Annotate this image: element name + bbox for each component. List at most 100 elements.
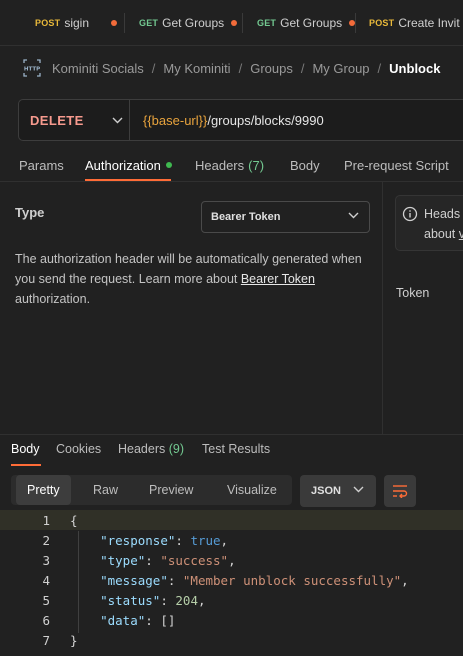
code-line: 6 "data": [] [0, 610, 463, 630]
code-line: 1 { [0, 510, 463, 530]
info-callout: Heads about v [395, 195, 463, 251]
line-number: 5 [42, 592, 50, 608]
format-select[interactable]: JSON [300, 475, 376, 507]
tab-pre-request-script[interactable]: Pre-request Script [344, 148, 449, 182]
description-text: authorization. [15, 292, 91, 306]
wrap-lines-button[interactable] [384, 475, 416, 507]
breadcrumb-separator: / [377, 60, 382, 76]
info-line: Heads [424, 207, 461, 221]
tab-count: (9) [168, 442, 185, 456]
code-text: { [70, 512, 78, 528]
bearer-token-link[interactable]: Bearer Token [241, 272, 315, 286]
code-line: 7 } [0, 630, 463, 650]
view-pretty[interactable]: Pretty [16, 475, 71, 505]
tab-divider [242, 13, 243, 33]
line-number: 2 [42, 532, 50, 548]
panel-divider[interactable] [382, 182, 383, 434]
url-path: /groups/blocks/9990 [207, 112, 324, 128]
url-variable: {{base-url}} [143, 112, 208, 128]
tab-response-body[interactable]: Body [11, 442, 40, 456]
url-input[interactable]: {{base-url}}/groups/blocks/9990 [130, 113, 324, 128]
line-number: 6 [42, 612, 50, 628]
response-tabs: Body Cookies Headers (9) Test Results [0, 438, 463, 466]
tab-label: Params [19, 157, 64, 173]
method-badge: POST [369, 18, 395, 28]
tab-label: Body [290, 157, 320, 173]
method-badge: GET [257, 18, 277, 28]
view-mode-bar: Pretty Raw Preview Visualize [11, 475, 292, 505]
unsaved-dot-icon [111, 20, 117, 26]
view-raw[interactable]: Raw [93, 475, 118, 505]
json-value: 204 [175, 592, 198, 608]
tab-body[interactable]: Body [290, 148, 320, 182]
active-tab-indicator [11, 464, 41, 466]
code-text: "status": 204, [100, 592, 206, 608]
tab-divider [355, 13, 356, 33]
method-value: DELETE [30, 112, 84, 128]
chevron-down-icon [353, 486, 364, 493]
active-tab-indicator [85, 179, 171, 181]
view-visualize[interactable]: Visualize [227, 475, 277, 505]
breadcrumb-separator: / [238, 60, 243, 76]
line-number: 4 [42, 572, 50, 588]
tab-headers[interactable]: Headers (7) [195, 148, 264, 182]
wrap-lines-icon [393, 485, 408, 498]
json-value: true [190, 532, 221, 548]
method-select[interactable]: DELETE [19, 100, 130, 140]
method-badge: GET [139, 18, 159, 28]
svg-text:HTTP: HTTP [24, 67, 40, 73]
code-line: 5 "status": 204, [0, 590, 463, 610]
response-divider[interactable] [0, 434, 463, 435]
code-line: 3 "type": "success", [0, 550, 463, 570]
request-tab-bar: POST sigin GET Get Groups GET Get Groups… [0, 0, 463, 46]
request-tab[interactable]: GET Get Groups [139, 0, 238, 45]
breadcrumb-item[interactable]: My Kominiti [163, 61, 230, 76]
info-link[interactable]: v [459, 227, 463, 241]
auth-description: The authorization header will be automat… [15, 249, 365, 309]
status-dot-icon [165, 162, 172, 168]
tab-test-results[interactable]: Test Results [202, 442, 270, 456]
indent-guide [78, 531, 79, 633]
breadcrumb: HTTP Kominiti Socials / My Kominiti / Gr… [22, 56, 440, 80]
request-tabs: Params Authorization Headers (7) Body Pre… [0, 148, 463, 182]
auth-type-label: Type [15, 205, 45, 220]
info-line-prefix: about [424, 227, 459, 241]
url-bar: DELETE {{base-url}}/groups/blocks/9990 [18, 99, 463, 141]
token-label: Token [396, 286, 430, 300]
tab-label: sigin [64, 16, 89, 30]
tab-label: Pre-request Script [344, 157, 449, 173]
auth-type-select[interactable]: Bearer Token [201, 201, 370, 233]
tab-authorization[interactable]: Authorization [85, 148, 172, 182]
info-icon [402, 206, 418, 222]
format-value: JSON [311, 485, 341, 497]
breadcrumb-item[interactable]: Groups [250, 61, 293, 76]
json-value: "success" [160, 552, 229, 568]
chevron-down-icon [348, 212, 359, 219]
request-tab[interactable]: POST sigin [35, 0, 117, 45]
tab-response-headers[interactable]: Headers (9) [118, 442, 184, 456]
breadcrumb-separator: / [300, 60, 305, 76]
tab-cookies[interactable]: Cookies [56, 442, 101, 456]
tab-label: Create Invit [398, 16, 460, 30]
code-text: "data": [] [100, 612, 176, 628]
request-tab[interactable]: POST Create Invit [369, 0, 463, 45]
response-body-editor[interactable]: 1 { 2 "response": true, 3 "type": "succe… [0, 510, 463, 656]
request-tab[interactable]: GET Get Groups [257, 0, 356, 45]
view-preview[interactable]: Preview [149, 475, 193, 505]
tab-label: Headers [118, 442, 166, 456]
breadcrumb-item[interactable]: Kominiti Socials [52, 61, 144, 76]
code-line: 4 "message": "Member unblock successfull… [0, 570, 463, 590]
tab-params[interactable]: Params [19, 148, 64, 182]
code-text: } [70, 632, 78, 648]
json-key: "response" [100, 532, 176, 548]
tab-label: Get Groups [162, 16, 225, 30]
json-key: "status" [100, 592, 161, 608]
breadcrumb-current[interactable]: Unblock [389, 61, 440, 76]
http-request-icon: HTTP [23, 59, 41, 77]
code-text: "type": "success", [100, 552, 236, 568]
tab-label: Authorization [85, 157, 161, 173]
breadcrumb-item[interactable]: My Group [312, 61, 369, 76]
code-line: 2 "response": true, [0, 530, 463, 550]
json-key: "data" [100, 612, 146, 628]
code-text: "response": true, [100, 532, 229, 548]
